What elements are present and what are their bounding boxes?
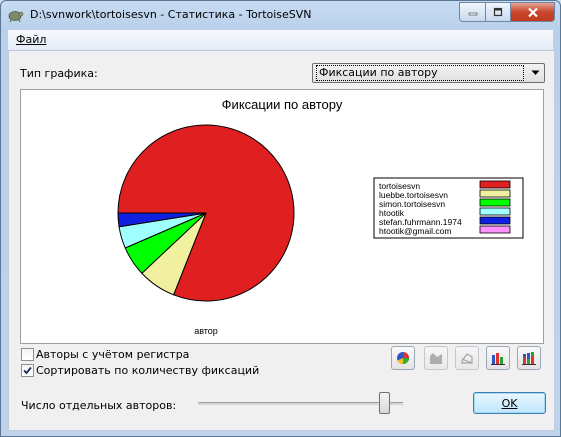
stacked-chart-icon: [461, 353, 473, 364]
pie-chart-button[interactable]: [391, 346, 415, 370]
minimize-button[interactable]: [459, 2, 486, 22]
menu-file[interactable]: Файл: [16, 33, 46, 46]
legend-swatch-4: [479, 216, 511, 225]
stacked-bar-chart-icon: [522, 352, 536, 365]
pie-chart: Фиксации по автору автор tortoisesvnlueb…: [117, 97, 524, 336]
window-title: D:\svnwork\tortoisesvn - Статистика - To…: [30, 8, 312, 21]
bar-chart-button[interactable]: [486, 346, 510, 370]
legend-swatch-3: [479, 207, 511, 216]
sort-by-commits-label: Сортировать по количеству фиксаций: [36, 364, 260, 377]
chart-panel: Фиксации по автору автор tortoisesvn lueb…: [20, 89, 544, 344]
authors-count-slider-track[interactable]: [198, 402, 403, 405]
legend-swatch-2: [479, 198, 511, 207]
case-sensitive-label: Авторы с учётом регистра: [36, 348, 190, 361]
graph-type-selected: Фиксации по автору: [316, 65, 524, 81]
checkmark-icon: [23, 366, 32, 375]
bar-chart-icon: [491, 353, 505, 365]
legend-swatch-1: [479, 189, 511, 198]
legend-swatch-5: [479, 225, 511, 234]
stacked-bar-chart-button[interactable]: [517, 346, 541, 370]
close-button[interactable]: [511, 2, 555, 22]
menu-bar: Файл: [8, 30, 553, 51]
case-sensitive-checkbox[interactable]: [21, 348, 34, 361]
title-bar: D:\svnwork\tortoisesvn - Статистика - To…: [1, 1, 560, 29]
stacked-chart-button[interactable]: [455, 346, 479, 370]
ok-button-label: OK: [501, 396, 518, 410]
pie-chart-icon: [397, 352, 409, 365]
minimize-icon: [468, 12, 477, 16]
close-icon: [527, 7, 538, 17]
chevron-down-icon: [527, 64, 544, 82]
tortoisesvn-app-icon: [8, 11, 24, 22]
area-chart-button[interactable]: [424, 346, 448, 370]
maximize-button[interactable]: [486, 2, 511, 22]
legend-label-5: htootik@gmail.com: [379, 226, 451, 236]
statistics-window: D:\svnwork\tortoisesvn - Статистика - To…: [0, 0, 561, 437]
graph-type-dropdown[interactable]: Фиксации по автору: [312, 63, 545, 83]
pie-slices: [117, 124, 295, 302]
x-axis-label: автор: [194, 326, 218, 336]
authors-count-label: Число отдельных авторов:: [21, 399, 177, 412]
sort-by-commits-checkbox[interactable]: [21, 364, 34, 377]
authors-count-slider-thumb[interactable]: [379, 392, 390, 414]
ok-button[interactable]: OK: [473, 392, 546, 414]
graph-type-label: Тип графика:: [20, 67, 98, 80]
legend-swatch-0: [479, 180, 511, 189]
area-chart-icon: [430, 353, 442, 364]
maximize-icon: [493, 7, 503, 17]
dialog-body: Тип графика: Фиксации по автору Фиксации…: [8, 51, 555, 431]
chart-title: Фиксации по автору: [222, 97, 343, 112]
